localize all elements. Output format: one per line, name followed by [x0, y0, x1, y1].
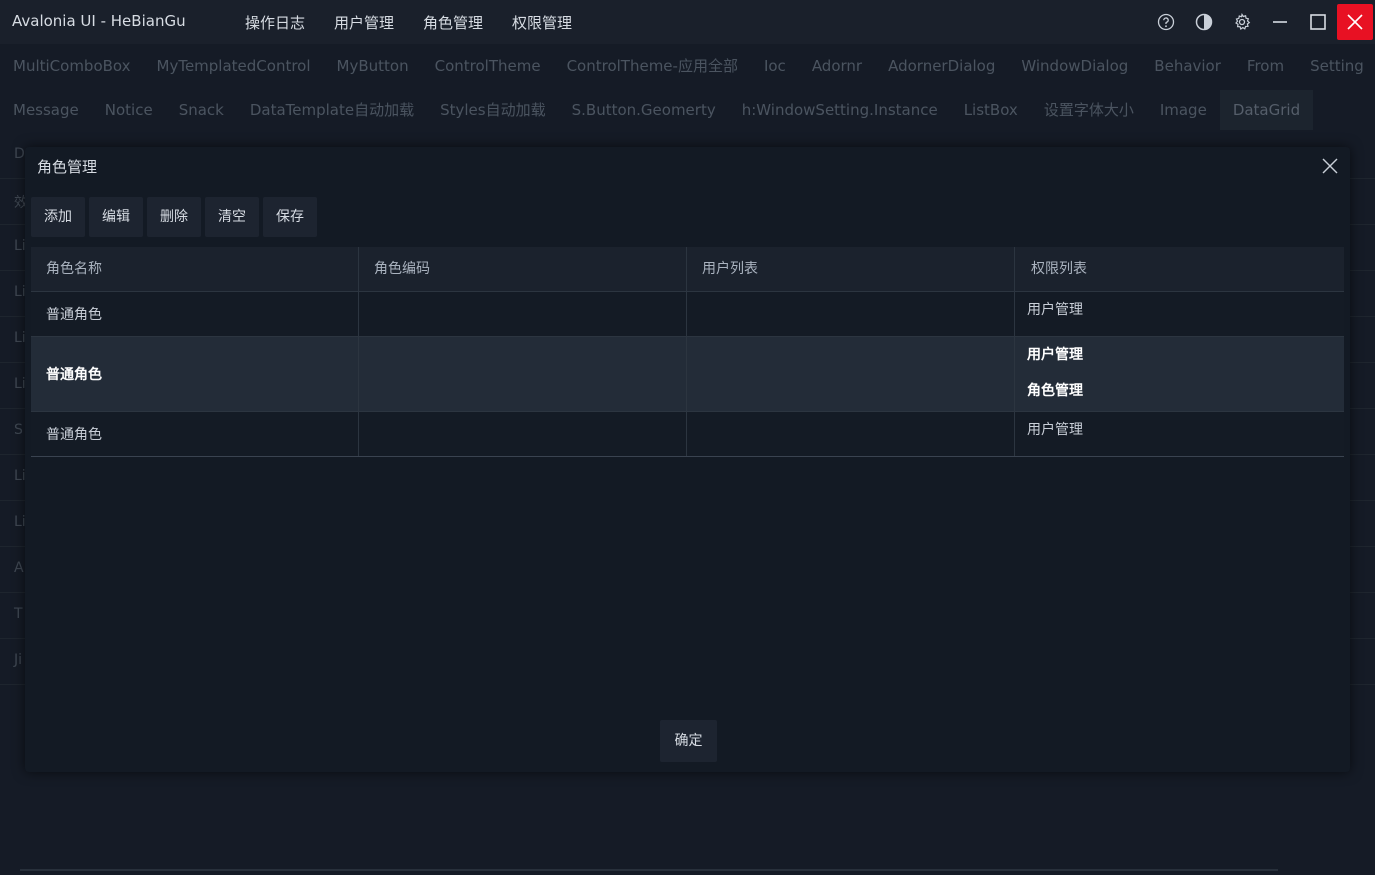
- cell-role-name[interactable]: 普通角色: [31, 292, 359, 336]
- maximize-icon: [1310, 14, 1326, 30]
- column-header-user-list[interactable]: 用户列表: [687, 247, 1015, 291]
- permission-item: 用户管理: [1027, 347, 1083, 363]
- permission-item: 用户管理: [1027, 302, 1083, 318]
- cell-user-list[interactable]: [687, 412, 1015, 456]
- cell-user-list[interactable]: [687, 337, 1015, 411]
- app-window: Avalonia UI - HeBianGu 操作日志 用户管理 角色管理 权限…: [0, 0, 1375, 875]
- close-icon: [1322, 158, 1338, 174]
- main-menu: 操作日志 用户管理 角色管理 权限管理: [245, 12, 572, 33]
- cell-role-code[interactable]: [359, 412, 687, 456]
- menu-item-permission-management[interactable]: 权限管理: [512, 12, 572, 33]
- cell-role-name[interactable]: 普通角色: [31, 412, 359, 456]
- title-bar: Avalonia UI - HeBianGu 操作日志 用户管理 角色管理 权限…: [0, 0, 1375, 44]
- close-icon: [1347, 14, 1363, 30]
- confirm-button[interactable]: 确定: [660, 720, 717, 762]
- column-header-permission-list[interactable]: 权限列表: [1015, 247, 1344, 291]
- minimize-button[interactable]: [1261, 4, 1299, 40]
- permission-item: 用户管理: [1027, 422, 1083, 438]
- role-management-dialog: 角色管理 添加 编辑 删除 清空 保存 角色名称 角色编码 用户列表 权限列表 …: [25, 147, 1350, 772]
- menu-item-role-management[interactable]: 角色管理: [423, 12, 483, 33]
- column-header-role-code[interactable]: 角色编码: [359, 247, 687, 291]
- cell-permission-list[interactable]: 用户管理 角色管理: [1015, 337, 1344, 411]
- role-datagrid: 角色名称 角色编码 用户列表 权限列表 普通角色 用户管理 普通角色 用户管理: [31, 247, 1344, 457]
- minimize-icon: [1273, 21, 1287, 23]
- edit-button[interactable]: 编辑: [89, 197, 143, 237]
- gear-icon: [1235, 13, 1251, 30]
- help-button[interactable]: [1147, 4, 1185, 40]
- theme-button[interactable]: [1185, 4, 1223, 40]
- dialog-toolbar: 添加 编辑 删除 清空 保存: [31, 197, 317, 237]
- cell-permission-list[interactable]: 用户管理: [1015, 292, 1344, 336]
- table-row[interactable]: 普通角色 用户管理: [31, 412, 1344, 457]
- cell-role-code[interactable]: [359, 337, 687, 411]
- cell-role-code[interactable]: [359, 292, 687, 336]
- datagrid-header: 角色名称 角色编码 用户列表 权限列表: [31, 247, 1344, 292]
- cell-permission-list[interactable]: 用户管理: [1015, 412, 1344, 456]
- half-circle-icon: [1195, 13, 1213, 31]
- cell-user-list[interactable]: [687, 292, 1015, 336]
- cell-role-name[interactable]: 普通角色: [31, 337, 359, 411]
- save-button[interactable]: 保存: [263, 197, 317, 237]
- column-header-role-name[interactable]: 角色名称: [31, 247, 359, 291]
- window-controls: [1147, 4, 1375, 40]
- app-title: Avalonia UI - HeBianGu: [12, 12, 186, 30]
- help-circle-icon: [1157, 13, 1175, 31]
- settings-button[interactable]: [1223, 4, 1261, 40]
- maximize-button[interactable]: [1299, 4, 1337, 40]
- table-row[interactable]: 普通角色 用户管理: [31, 292, 1344, 337]
- dialog-title: 角色管理: [37, 158, 98, 176]
- delete-button[interactable]: 删除: [147, 197, 201, 237]
- table-row-selected[interactable]: 普通角色 用户管理 角色管理: [31, 337, 1344, 412]
- menu-item-operation-log[interactable]: 操作日志: [245, 12, 305, 33]
- close-button[interactable]: [1337, 4, 1373, 40]
- menu-item-user-management[interactable]: 用户管理: [334, 12, 394, 33]
- clear-button[interactable]: 清空: [205, 197, 259, 237]
- add-button[interactable]: 添加: [31, 197, 85, 237]
- dialog-close-button[interactable]: [1320, 156, 1340, 176]
